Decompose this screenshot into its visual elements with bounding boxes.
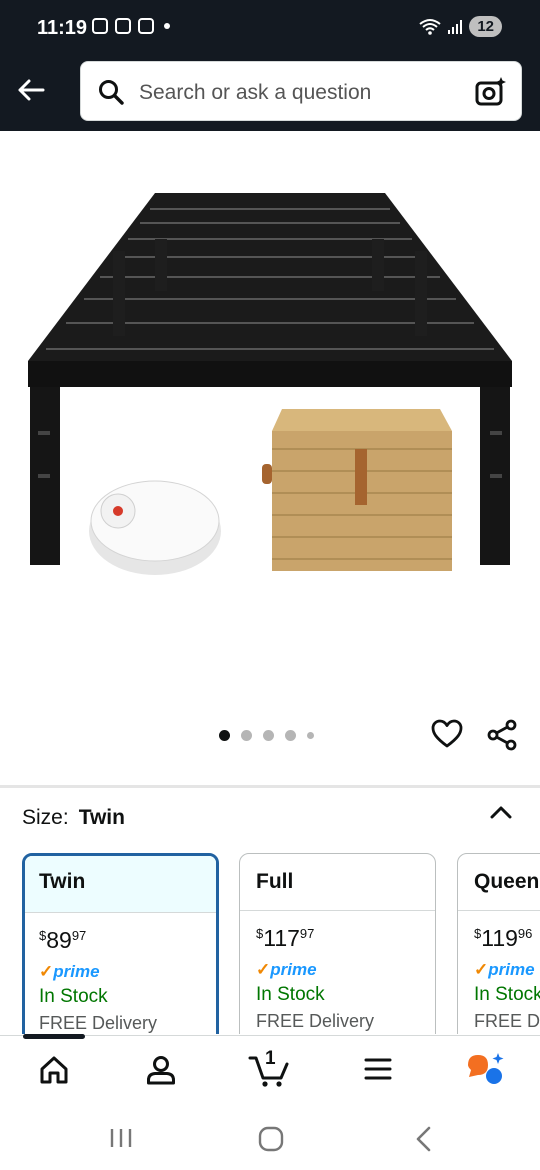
header: Search or ask a question	[0, 58, 540, 131]
prime-check-icon: ✓	[39, 962, 54, 981]
size-options: Twin $8997 ✓prime In Stock FREE Delivery…	[0, 853, 540, 1034]
account-icon[interactable]	[146, 1055, 176, 1085]
size-selector-header: Size: Twin	[22, 806, 125, 830]
search-icon	[99, 80, 124, 105]
robot-vacuum-illustration	[89, 480, 221, 575]
home-button-icon[interactable]	[258, 1126, 284, 1152]
app-s-icon	[115, 18, 131, 34]
chevron-up-icon[interactable]	[489, 800, 513, 824]
active-tab-indicator	[23, 1034, 85, 1039]
cart-count: 1	[265, 1048, 276, 1069]
recent-apps-icon[interactable]	[109, 1127, 133, 1149]
back-arrow-icon[interactable]	[16, 75, 46, 105]
cart-button[interactable]: 1	[248, 1048, 290, 1088]
signal-icon	[448, 19, 463, 34]
delivery-info: FREE Delivery	[256, 1011, 375, 1031]
prime-badge: ✓prime	[256, 960, 317, 979]
heart-icon[interactable]	[431, 719, 463, 749]
search-placeholder: Search or ask a question	[139, 81, 372, 104]
product-image[interactable]	[0, 131, 540, 711]
prime-badge: ✓prime	[474, 960, 535, 979]
home-icon[interactable]	[39, 1055, 69, 1085]
stock-status: In Stock	[256, 984, 325, 1005]
system-navigation	[0, 1105, 540, 1170]
menu-icon[interactable]	[364, 1055, 392, 1083]
rufus-assistant-icon[interactable]	[466, 1052, 506, 1086]
delivery-info: FREE Delivery	[39, 1013, 158, 1033]
delivery-info: FREE Delivery	[474, 1011, 540, 1031]
notification-icons	[92, 18, 170, 34]
price: $8997	[39, 927, 87, 953]
status-bar: 11:19 12	[0, 0, 540, 58]
image-carousel-dots[interactable]	[219, 730, 314, 741]
wifi-icon	[419, 18, 441, 35]
size-option-full[interactable]: Full $11797 ✓prime In Stock FREE Deliver…	[239, 853, 436, 1034]
prime-check-icon: ✓	[256, 960, 271, 979]
price: $11797	[256, 925, 315, 951]
carousel-dot[interactable]	[285, 730, 296, 741]
status-time: 11:19	[37, 17, 88, 39]
carousel-dot[interactable]	[263, 730, 274, 741]
price: $11996	[474, 925, 533, 951]
share-icon[interactable]	[487, 719, 519, 751]
stock-status: In Stock	[39, 986, 108, 1007]
bottom-nav: 1	[0, 1034, 540, 1106]
more-notifications-icon	[164, 23, 170, 29]
carousel-dot[interactable]	[241, 730, 252, 741]
search-input[interactable]: Search or ask a question	[80, 61, 522, 121]
size-option-name: Queen	[458, 854, 540, 911]
size-option-name: Twin	[25, 856, 216, 913]
stock-status: In Stock	[474, 984, 540, 1005]
size-label: Size:	[22, 806, 69, 829]
section-divider	[0, 785, 540, 788]
alert-icon	[138, 18, 154, 34]
status-right: 12	[419, 16, 502, 37]
back-button-icon[interactable]	[413, 1126, 433, 1152]
size-option-name: Full	[240, 854, 435, 911]
camera-search-icon[interactable]	[475, 76, 507, 108]
size-option-twin[interactable]: Twin $8997 ✓prime In Stock FREE Delivery	[22, 853, 219, 1034]
battery-icon: 12	[469, 16, 502, 37]
prime-badge: ✓prime	[39, 962, 100, 981]
size-selected-value: Twin	[78, 806, 125, 829]
prime-check-icon: ✓	[474, 960, 489, 979]
wicker-basket-illustration	[262, 409, 452, 571]
size-option-queen[interactable]: Queen $11996 ✓prime In Stock FREE Delive…	[457, 853, 540, 1034]
carousel-dot[interactable]	[307, 732, 314, 739]
screenshot-icon	[92, 18, 108, 34]
carousel-dot[interactable]	[219, 730, 230, 741]
